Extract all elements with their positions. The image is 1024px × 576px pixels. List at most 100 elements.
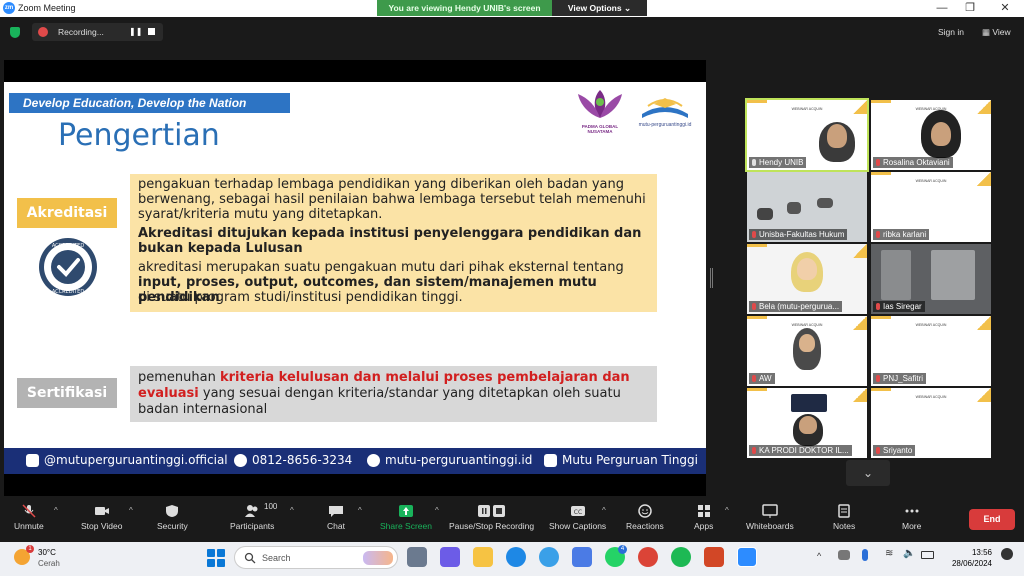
close-icon[interactable]: ✕ bbox=[995, 1, 1015, 15]
badge-text-bottom: ACCREDITED bbox=[52, 289, 84, 295]
pause-recording-icon[interactable]: ❚❚ bbox=[129, 27, 142, 36]
store-icon[interactable] bbox=[539, 547, 559, 567]
zoom-taskbar-icon[interactable] bbox=[737, 547, 757, 567]
participant-tile[interactable]: WEBINAR ACQUIN AW bbox=[747, 316, 867, 386]
slide-heading: Pengertian bbox=[58, 118, 220, 153]
participant-name-text: Sriyanto bbox=[883, 446, 913, 455]
signin-button[interactable]: Sign in bbox=[938, 27, 964, 37]
participant-name-text: KA PRODI DOKTOR IL... bbox=[759, 446, 849, 455]
footer-phone: 0812-8656-3234 bbox=[234, 453, 352, 467]
participant-name: Sriyanto bbox=[873, 445, 916, 456]
view-grid-icon: ▦ bbox=[982, 27, 993, 37]
participant-tile[interactable]: WEBINAR ACQUIN ribka karlani bbox=[871, 172, 991, 242]
reactions-button[interactable]: Reactions bbox=[626, 504, 664, 531]
show-captions-button[interactable]: CC Show Captions bbox=[549, 504, 606, 531]
notes-button[interactable]: Notes bbox=[833, 504, 855, 531]
apps-options-chevron-icon[interactable]: ^ bbox=[725, 506, 729, 515]
mini-slide-title: WEBINAR ACQUIN bbox=[915, 107, 947, 111]
sertifikasi-tag: Sertifikasi bbox=[17, 378, 117, 408]
powerpoint-icon[interactable] bbox=[704, 547, 724, 567]
teams-icon[interactable] bbox=[440, 547, 460, 567]
footer-phone-text: 0812-8656-3234 bbox=[252, 453, 353, 467]
unmute-options-chevron-icon[interactable]: ^ bbox=[54, 506, 58, 515]
spotify-icon[interactable] bbox=[671, 547, 691, 567]
view-button[interactable]: ▦ View bbox=[982, 27, 1011, 38]
screen-letterbox-bottom bbox=[4, 474, 706, 496]
tray-mic-icon[interactable] bbox=[862, 549, 868, 561]
akreditasi-line-2: berwenang, sebagai hasil penilaian bahwa… bbox=[138, 192, 646, 207]
wifi-icon[interactable]: ≋ bbox=[885, 548, 893, 559]
viewing-banner: You are viewing Hendy UNIB's screen bbox=[377, 0, 552, 16]
cloud-sync-icon[interactable] bbox=[838, 550, 850, 560]
whiteboards-label: Whiteboards bbox=[746, 521, 794, 531]
more-label: More bbox=[902, 521, 922, 531]
youtube-icon bbox=[544, 454, 557, 467]
participant-tile[interactable]: KA PRODI DOKTOR IL... bbox=[747, 388, 867, 458]
security-shield-icon[interactable] bbox=[10, 27, 20, 38]
apps-button[interactable]: Apps bbox=[694, 504, 713, 531]
maximize-icon[interactable]: ❐ bbox=[960, 1, 980, 15]
whiteboard-icon bbox=[762, 504, 778, 518]
padma-logo-text: PADMA GLOBAL NUSATAMA bbox=[581, 124, 619, 134]
windows-start-icon[interactable] bbox=[207, 549, 225, 567]
file-explorer-icon[interactable] bbox=[473, 547, 493, 567]
akreditasi-line-3: syarat/kriteria mutu yang ditetapkan. bbox=[138, 207, 383, 222]
word-icon[interactable] bbox=[572, 547, 592, 567]
more-button[interactable]: More bbox=[902, 504, 921, 531]
padma-logo: PADMA GLOBAL NUSATAMA bbox=[574, 88, 626, 134]
tray-overflow-chevron-icon[interactable]: ^ bbox=[817, 551, 821, 561]
participant-tile[interactable]: WEBINAR ACQUIN PNJ_Safitri bbox=[871, 316, 991, 386]
sertifikasi-prefix: pemenuhan bbox=[138, 370, 220, 385]
chrome-icon[interactable] bbox=[638, 547, 658, 567]
battery-icon[interactable] bbox=[921, 551, 934, 559]
taskbar-search-input[interactable]: Search bbox=[234, 546, 398, 569]
security-button[interactable]: Security bbox=[157, 504, 188, 531]
stop-recording-icon[interactable] bbox=[148, 28, 155, 35]
participant-tile[interactable]: WEBINAR ACQUIN Rosalina Oktaviani bbox=[871, 100, 991, 170]
taskbar-clock[interactable]: 13:56 28/06/2024 bbox=[940, 547, 992, 569]
participant-tile[interactable]: Bela (mutu-pergurua... bbox=[747, 244, 867, 314]
participant-video bbox=[817, 198, 833, 208]
notification-icon[interactable] bbox=[1001, 548, 1013, 560]
mic-muted-icon bbox=[752, 231, 756, 238]
video-options-chevron-icon[interactable]: ^ bbox=[129, 506, 133, 515]
participant-tile[interactable]: Ias Siregar bbox=[871, 244, 991, 314]
shield-icon bbox=[166, 505, 179, 517]
accredited-badge-icon: ACCREDITED ACCREDITED bbox=[39, 238, 97, 296]
pause-stop-label: Pause/Stop Recording bbox=[449, 521, 535, 531]
stop-video-button[interactable]: Stop Video bbox=[81, 504, 122, 531]
participant-name-text: AW bbox=[759, 374, 772, 383]
minimize-icon[interactable]: — bbox=[932, 1, 952, 15]
pause-stop-recording-button[interactable]: Pause/Stop Recording bbox=[449, 504, 534, 531]
chat-button[interactable]: Chat bbox=[327, 504, 345, 531]
participants-options-chevron-icon[interactable]: ^ bbox=[290, 506, 294, 515]
mic-muted-icon bbox=[876, 231, 880, 238]
speaker-icon[interactable]: 🔈 bbox=[903, 548, 915, 559]
participant-name: AW bbox=[749, 373, 775, 384]
instagram-icon bbox=[26, 454, 39, 467]
split-resize-handle[interactable] bbox=[710, 268, 713, 288]
whiteboards-button[interactable]: Whiteboards bbox=[746, 504, 794, 531]
weather-temperature[interactable]: 30°C bbox=[38, 548, 56, 557]
mini-slide-title: WEBINAR ACQUIN bbox=[915, 179, 947, 183]
video-camera-icon bbox=[94, 507, 109, 515]
zoom-logo-icon: zm bbox=[3, 2, 15, 14]
sertifikasi-rest-1: yang sesuai dengan kriteria/standar yang… bbox=[198, 386, 621, 401]
share-screen-button[interactable]: Share Screen bbox=[380, 504, 432, 531]
gallery-scroll-down-icon[interactable]: ⌄ bbox=[846, 460, 890, 486]
unmute-button[interactable]: Unmute bbox=[14, 504, 44, 531]
participant-tile[interactable]: WEBINAR ACQUIN Hendy UNIB bbox=[745, 98, 869, 172]
participant-name-text: Hendy UNIB bbox=[759, 158, 804, 167]
view-options-button[interactable]: View Options ⌄ bbox=[552, 0, 647, 16]
stop-video-label: Stop Video bbox=[81, 521, 123, 531]
participant-tile[interactable]: WEBINAR ACQUIN Sriyanto bbox=[871, 388, 991, 458]
participant-tile[interactable]: Unisba-Fakultas Hukum bbox=[747, 172, 867, 242]
chat-options-chevron-icon[interactable]: ^ bbox=[358, 506, 362, 515]
edge-browser-icon[interactable] bbox=[506, 547, 526, 567]
end-meeting-button[interactable]: End bbox=[969, 509, 1015, 530]
captions-options-chevron-icon[interactable]: ^ bbox=[602, 506, 606, 515]
footer-youtube: Mutu Perguruan Tinggi bbox=[544, 453, 698, 467]
task-view-icon[interactable] bbox=[407, 547, 427, 567]
share-options-chevron-icon[interactable]: ^ bbox=[435, 506, 439, 515]
smiley-icon bbox=[638, 504, 652, 518]
